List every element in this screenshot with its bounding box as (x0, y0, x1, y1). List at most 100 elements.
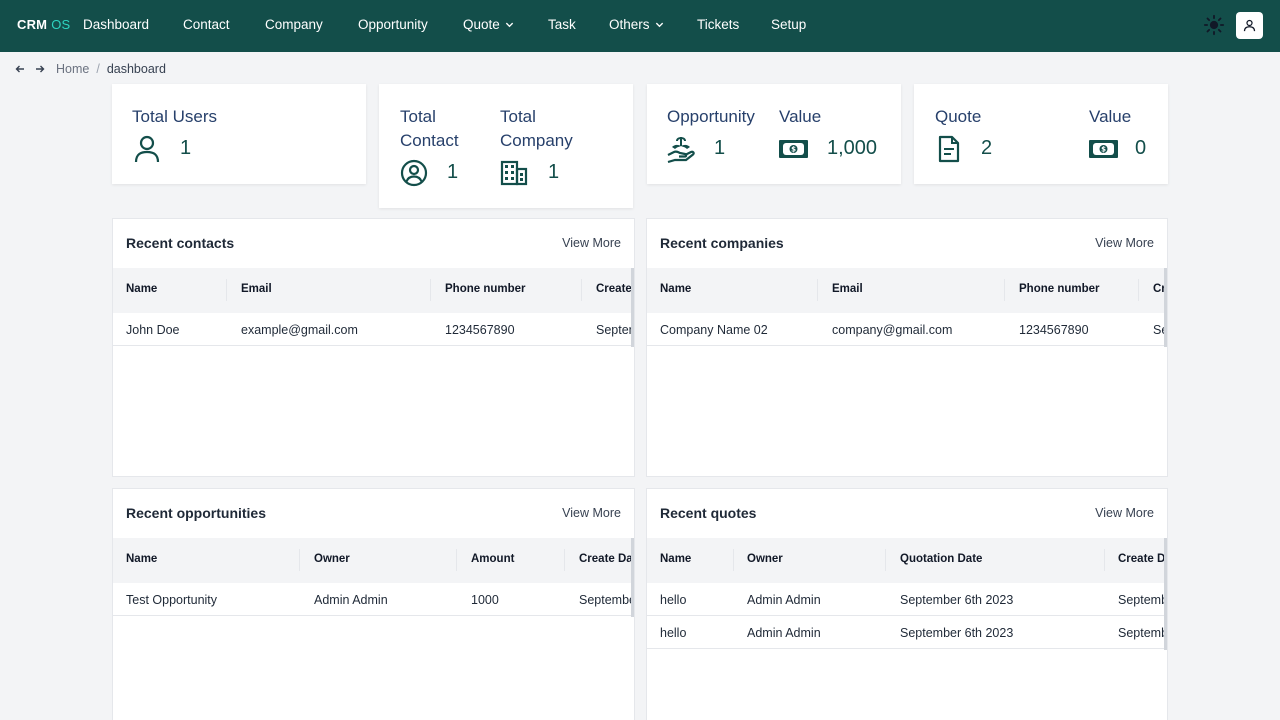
brand-logo[interactable]: CRM OS (17, 17, 70, 32)
user-circle-icon (400, 159, 428, 187)
column-header[interactable]: Name (126, 283, 157, 295)
table-cell: September 6th 2023 (900, 626, 1014, 640)
panel-title: Recent contacts (126, 235, 235, 251)
table-row[interactable]: Test Opportunity Admin Admin 1000 Septem… (113, 583, 634, 616)
hand-coin-icon (667, 136, 695, 164)
quote-amount: 0 (1135, 137, 1147, 159)
table-row[interactable]: John Doe example@gmail.com 1234567890 Se… (113, 313, 634, 346)
breadcrumb-separator: / (96, 62, 100, 76)
sun-icon[interactable] (1203, 14, 1225, 36)
quote-value: 2 (981, 137, 993, 159)
table-cell: Septemb (1118, 626, 1168, 640)
contact-label-2: Contact (400, 131, 459, 150)
table-cell: Septemb (1118, 593, 1168, 607)
quote-value-label: Value (1089, 107, 1132, 126)
quote-label: Quote (935, 107, 982, 126)
table-cell: 1234567890 (445, 323, 515, 337)
view-more-contacts-link[interactable]: View More (562, 236, 621, 250)
table-row[interactable]: Company Name 02 company@gmail.com 123456… (647, 313, 1167, 346)
nav-contact-label: Contact (183, 17, 230, 32)
view-more-opportunities-link[interactable]: View More (562, 506, 621, 520)
table-cell: example@gmail.com (241, 323, 358, 337)
user-icon (1243, 19, 1256, 32)
back-arrow-icon[interactable] (14, 63, 26, 75)
nav-company[interactable]: Company (265, 17, 323, 32)
nav-quote[interactable]: Quote (463, 17, 514, 32)
svg-text:$: $ (791, 146, 796, 154)
nav-task[interactable]: Task (548, 17, 576, 32)
table-cell: Septembe (579, 593, 635, 607)
panel-title: Recent quotes (660, 505, 757, 521)
column-header[interactable]: Owner (314, 553, 350, 565)
table-header: Name Owner Amount Create Dat (113, 538, 634, 583)
nav-others-label: Others (609, 17, 650, 32)
nav-opportunity[interactable]: Opportunity (358, 17, 428, 32)
table-cell: Septem (596, 323, 635, 337)
table-cell: company@gmail.com (832, 323, 953, 337)
opportunity-label: Opportunity (667, 107, 755, 126)
column-header[interactable]: Create Da (1118, 553, 1167, 565)
column-header[interactable]: Email (241, 283, 272, 295)
chevron-down-icon (505, 22, 513, 28)
nav-others[interactable]: Others (609, 17, 664, 32)
users-label: Total Users (132, 107, 218, 126)
table-cell: hello (660, 626, 687, 640)
table-cell: Test Opportunity (126, 593, 218, 607)
column-header[interactable]: Name (126, 553, 157, 565)
recent-opportunities-panel: Recent opportunities View More Name Owne… (112, 488, 635, 720)
nav-contact[interactable]: Contact (183, 17, 230, 32)
nav-task-label: Task (548, 17, 576, 32)
nav-company-label: Company (265, 17, 323, 32)
top-navbar: CRM OS Dashboard Contact Company Opportun… (0, 0, 1280, 52)
contact-label-1: Total (400, 107, 436, 126)
stat-card-contact-company: Total Contact 1 Total Company 1 (379, 84, 633, 208)
company-value: 1 (548, 161, 560, 183)
table-cell: John Doe (126, 323, 180, 337)
building-icon (500, 160, 528, 186)
nav-setup[interactable]: Setup (771, 17, 806, 32)
table-cell: hello (660, 593, 687, 607)
column-header[interactable]: Quotation Date (900, 553, 982, 565)
user-menu-button[interactable] (1236, 12, 1263, 39)
nav-dashboard-label: Dashboard (83, 17, 150, 32)
brand-part1: CRM (17, 17, 48, 32)
table-cell: 1234567890 (1019, 323, 1089, 337)
table-row[interactable]: hello Admin Admin September 6th 2023 Sep… (647, 583, 1167, 616)
svg-text:$: $ (1101, 146, 1106, 154)
cash-icon: $ (1089, 140, 1118, 158)
nav-tickets[interactable]: Tickets (697, 17, 739, 32)
forward-arrow-icon[interactable] (34, 63, 46, 75)
nav-setup-label: Setup (771, 17, 807, 32)
nav-dashboard[interactable]: Dashboard (83, 17, 149, 32)
view-more-companies-link[interactable]: View More (1095, 236, 1154, 250)
column-header[interactable]: Phone number (1019, 283, 1100, 295)
stat-card-users: Total Users 1 (112, 84, 366, 184)
column-header[interactable]: Create (596, 283, 632, 295)
column-header[interactable]: Owner (747, 553, 783, 565)
breadcrumb-home[interactable]: Home (56, 62, 89, 76)
column-header[interactable]: Amount (471, 553, 514, 565)
stat-card-quote: Quote 2 Value $ 0 (914, 84, 1168, 184)
stat-card-opportunity: Opportunity 1 Value $ 1,000 (647, 84, 901, 184)
panel-title: Recent companies (660, 235, 784, 251)
recent-contacts-panel: Recent contacts View More Name Email Pho… (112, 218, 635, 477)
table-cell: Admin Admin (314, 593, 388, 607)
nav-opportunity-label: Opportunity (358, 17, 428, 32)
table-header: Name Email Phone number Cre (647, 268, 1167, 313)
brand-part2: OS (51, 17, 71, 32)
opportunity-amount: 1,000 (827, 137, 878, 159)
view-more-quotes-link[interactable]: View More (1095, 506, 1154, 520)
table-row[interactable]: hello Admin Admin September 6th 2023 Sep… (647, 616, 1167, 649)
nav-tickets-label: Tickets (697, 17, 740, 32)
opportunity-value-label: Value (779, 107, 822, 126)
column-header[interactable]: Phone number (445, 283, 526, 295)
column-header[interactable]: Name (660, 283, 691, 295)
scroll-edge (631, 538, 634, 617)
scroll-edge (1164, 268, 1167, 347)
table-header: Name Email Phone number Create (113, 268, 634, 313)
opportunity-value: 1 (714, 137, 726, 159)
column-header[interactable]: Name (660, 553, 691, 565)
column-header[interactable]: Create Dat (579, 553, 634, 565)
contact-value: 1 (447, 161, 459, 183)
column-header[interactable]: Email (832, 283, 863, 295)
